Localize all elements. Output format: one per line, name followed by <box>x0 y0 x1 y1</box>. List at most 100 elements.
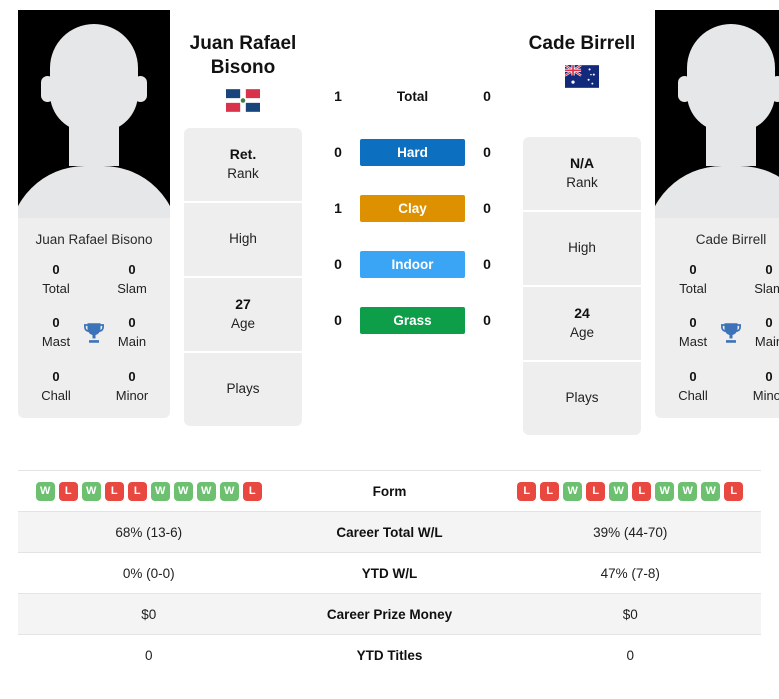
form-badge-loss: L <box>127 481 147 501</box>
surface-badge-total: Total <box>396 88 429 104</box>
surface-row-grass: 0 Grass 0 <box>316 292 509 348</box>
form-badge-win: W <box>219 481 239 501</box>
left-surface-total-value: 1 <box>334 88 342 104</box>
left-rank-value: Ret. <box>229 146 257 163</box>
form-badge-loss: L <box>517 481 537 501</box>
left-surface-indoor-value: 0 <box>334 256 342 272</box>
surface-badge-indoor: Indoor <box>360 250 465 278</box>
left-player-name-line1: Juan Rafael <box>189 33 297 54</box>
form-badge-win: W <box>150 481 170 501</box>
table-label-ytd-wl: YTD W/L <box>361 565 418 581</box>
right-surface-grass-value: 0 <box>483 312 491 328</box>
surface-badge-clay: Clay <box>360 194 465 222</box>
left-player-panel: Juan Rafael Bisono 0 Total 0 Slam 0 Mast <box>18 10 170 419</box>
right-surface-hard-value: 0 <box>483 144 491 160</box>
surface-rows: 1 Total 0 0 Hard 0 1 Clay 0 0 Indoor 0 0… <box>316 10 509 348</box>
surface-row-hard: 0 Hard 0 <box>316 124 509 180</box>
avatar-ear-right-icon <box>134 76 147 102</box>
right-career-total-wl: 39% (44-70) <box>593 524 668 540</box>
right-ytd-wl: 47% (7-8) <box>600 565 660 581</box>
left-title-minor-label: Minor <box>115 387 149 403</box>
left-rank-card: Ret. Rank High 27 Age Plays <box>184 127 302 426</box>
left-rank-column: Juan Rafael Bisono Ret. Rank High 27 Age… <box>184 10 302 426</box>
left-title-minor: 0 Minor <box>94 368 170 404</box>
left-rank-segment: Ret. Rank <box>184 127 302 201</box>
left-surface-grass-value: 0 <box>334 312 342 328</box>
right-player-titles-card: Cade Birrell 0 Total 0 Slam 0 Mast 0 Mai… <box>655 218 779 419</box>
right-high-label: High <box>568 239 596 255</box>
form-badge-win: W <box>81 481 101 501</box>
right-ytd-titles: 0 <box>626 647 634 663</box>
left-title-slam-value: 0 <box>128 262 136 277</box>
player-comparison-page: Juan Rafael Bisono 0 Total 0 Slam 0 Mast <box>0 0 779 699</box>
right-title-slam: 0 Slam <box>731 261 779 297</box>
left-title-chall-value: 0 <box>52 368 60 384</box>
surface-badge-grass: Grass <box>360 306 465 334</box>
left-title-total-value: 0 <box>52 262 60 277</box>
table-label-ytd-titles: YTD Titles <box>356 647 423 663</box>
left-title-chall-label: Chall <box>41 387 71 403</box>
avatar-ear-right-icon <box>771 76 779 102</box>
avatar-neck-icon <box>69 116 119 166</box>
left-player-name-line2: Bisono <box>210 56 276 78</box>
right-surface-indoor-value: 0 <box>483 256 491 272</box>
avatar-neck-icon <box>706 116 756 166</box>
left-title-minor-value: 0 <box>128 368 136 384</box>
right-plays-segment: Plays <box>523 361 641 435</box>
right-rank-card: N/A Rank High 24 Age Plays <box>523 136 641 435</box>
right-title-slam-value: 0 <box>765 262 773 277</box>
left-plays-segment: Plays <box>184 352 302 426</box>
comparison-stats-table: WLWLLWWWWL Form LLWLWLWWWL 68% (13-6) Ca… <box>0 470 779 675</box>
left-ytd-titles: 0 <box>144 647 153 663</box>
right-title-minor: 0 Minor <box>731 368 779 404</box>
table-label-career-total-wl: Career Total W/L <box>336 524 443 540</box>
form-badge-loss: L <box>104 481 124 501</box>
left-title-total-label: Total <box>42 280 70 296</box>
surface-row-indoor: 0 Indoor 0 <box>316 236 509 292</box>
left-title-total: 0 Total <box>18 261 94 297</box>
right-player-name-header: Cade Birrell <box>523 10 641 88</box>
form-badge-win: W <box>655 481 675 501</box>
trophy-icon <box>84 322 104 343</box>
right-rank-segment: N/A Rank <box>523 136 641 210</box>
form-badge-loss: L <box>724 481 744 501</box>
table-label-form: Form <box>372 483 407 499</box>
right-title-minor-value: 0 <box>765 368 773 384</box>
avatar-ear-left-icon <box>678 76 691 102</box>
form-badge-loss: L <box>540 481 560 501</box>
left-player-card-name: Juan Rafael Bisono <box>35 232 153 247</box>
left-player-avatar <box>18 10 170 218</box>
right-title-chall: 0 Chall <box>655 368 731 404</box>
left-title-slam-label: Slam <box>117 280 147 296</box>
form-badge-loss: L <box>632 481 652 501</box>
left-surface-hard-value: 0 <box>334 144 342 160</box>
surface-badge-hard: Hard <box>360 138 465 166</box>
right-rank-column: Cade Birrell N/A Rank High 24 Age Plays <box>523 10 641 435</box>
right-surface-total-value: 0 <box>483 88 491 104</box>
surface-row-total: 1 Total 0 <box>316 68 509 124</box>
right-surface-clay-value: 0 <box>483 200 491 216</box>
left-surface-clay-value: 1 <box>334 200 342 216</box>
left-titles-grid: 0 Total 0 Slam 0 Mast 0 Main 0 Chall 0 M… <box>18 261 170 404</box>
left-high-segment: High <box>184 202 302 276</box>
form-badge-loss: L <box>58 481 78 501</box>
table-label-career-prize-money: Career Prize Money <box>326 606 453 622</box>
left-age-label: Age <box>230 316 256 332</box>
right-title-chall-label: Chall <box>678 387 708 403</box>
table-row-career-prize-money: $0 Career Prize Money $0 <box>18 593 761 634</box>
form-badge-win: W <box>35 481 55 501</box>
avatar-body-icon <box>655 166 779 218</box>
right-age-label: Age <box>569 325 595 341</box>
left-career-total-wl: 68% (13-6) <box>115 524 183 540</box>
table-row-form: WLWLLWWWWL Form LLWLWLWWWL <box>18 470 761 511</box>
right-career-prize-money: $0 <box>622 606 638 622</box>
trophy-icon <box>721 322 741 343</box>
right-age-segment: 24 Age <box>523 286 641 360</box>
right-player-name-line1: Cade Birrell <box>528 33 636 54</box>
left-age-segment: 27 Age <box>184 277 302 351</box>
right-player-avatar <box>655 10 779 218</box>
left-ytd-wl: 0% (0-0) <box>122 565 175 581</box>
left-rank-label: Rank <box>227 166 259 182</box>
right-title-minor-label: Minor <box>752 387 779 403</box>
right-title-chall-value: 0 <box>689 368 697 384</box>
